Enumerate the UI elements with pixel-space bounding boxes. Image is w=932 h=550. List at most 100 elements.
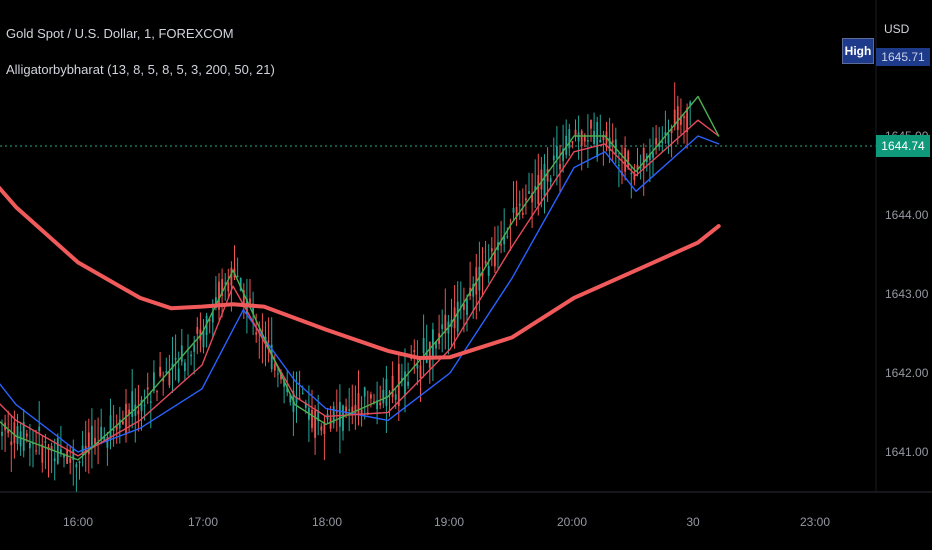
candle-body	[131, 391, 134, 417]
price-tick-label: 1642.00	[885, 366, 929, 380]
time-tick-label: 17:00	[188, 515, 218, 529]
candle-body	[13, 422, 16, 444]
candle-body	[184, 362, 186, 372]
candle-body	[10, 441, 13, 446]
candle-body	[413, 349, 416, 353]
candle-body	[571, 141, 574, 144]
candle-body	[109, 415, 112, 439]
candle-body	[525, 198, 527, 201]
candle-body	[394, 394, 397, 400]
candle-body	[230, 267, 233, 286]
candle-body	[652, 152, 654, 158]
symbol-title[interactable]: Gold Spot / U.S. Dollar, 1, FOREXCOM	[6, 26, 234, 41]
candle-body	[29, 442, 31, 449]
time-tick-label: 16:00	[63, 515, 93, 529]
candle-body	[193, 344, 196, 352]
candle-body	[91, 425, 93, 446]
candle-body	[577, 132, 580, 142]
candle-body	[416, 364, 419, 369]
candle-body	[196, 327, 199, 334]
price-axis-labels: 1645.001644.001643.001642.001641.00	[885, 129, 929, 459]
candle-body	[78, 461, 81, 464]
time-tick-label: 18:00	[312, 515, 342, 529]
currency-label[interactable]: USD	[884, 22, 909, 36]
candle-body	[255, 332, 258, 335]
candlestick-bars	[1, 82, 692, 492]
candle-body	[580, 130, 583, 147]
candle-body	[537, 175, 540, 205]
candle-body	[518, 203, 521, 206]
candle-body	[273, 364, 276, 371]
candle-body	[227, 283, 230, 292]
candle-body	[1, 431, 3, 436]
price-tick-label: 1643.00	[885, 287, 929, 301]
candle-body	[543, 163, 546, 196]
candle-body	[490, 248, 493, 252]
candle-body	[506, 236, 509, 238]
candle-body	[611, 140, 614, 143]
candle-body	[277, 373, 279, 375]
candle-body	[125, 403, 127, 435]
candle-body	[484, 261, 487, 264]
candle-body	[456, 301, 459, 332]
candle-body	[432, 329, 434, 356]
candle-body	[500, 244, 502, 246]
candle-body	[487, 266, 490, 276]
candle-body	[466, 298, 468, 315]
candle-body	[642, 147, 645, 169]
candle-body	[149, 401, 152, 403]
candle-body	[180, 345, 183, 362]
candle-body	[320, 426, 323, 431]
candle-body	[236, 275, 239, 278]
candle-body	[667, 133, 670, 144]
candle-body	[348, 409, 351, 411]
indicator-legend[interactable]: Alligatorbybharat (13, 8, 5, 8, 5, 3, 20…	[6, 62, 275, 77]
candle-body	[419, 365, 422, 379]
candle-body	[314, 410, 316, 438]
candle-body	[165, 371, 168, 373]
candle-body	[190, 354, 192, 357]
candle-body	[342, 405, 344, 431]
high-badge: High	[842, 38, 874, 64]
candle-body	[391, 375, 394, 398]
candle-body	[122, 421, 124, 425]
candle-body	[363, 387, 366, 397]
candle-body	[370, 394, 372, 399]
time-tick-label: 30	[686, 515, 700, 529]
candle-body	[335, 411, 338, 413]
time-tick-label: 23:00	[800, 515, 830, 529]
candle-body	[422, 338, 425, 353]
candle-body	[177, 368, 180, 382]
candle-body	[146, 387, 149, 390]
price-chart[interactable]: 1645.001644.001643.001642.001641.00 16:0…	[0, 0, 932, 550]
candle-body	[512, 207, 515, 213]
candle-body	[301, 392, 304, 394]
time-tick-label: 20:00	[557, 515, 587, 529]
candle-body	[428, 341, 431, 368]
candle-body	[143, 404, 146, 406]
candle-body	[590, 120, 592, 129]
candle-body	[56, 438, 59, 464]
candle-body	[404, 371, 406, 396]
candle-body	[388, 391, 391, 393]
candle-body	[112, 429, 115, 431]
candle-body	[385, 379, 388, 406]
candle-body	[627, 151, 630, 169]
candle-body	[618, 164, 620, 166]
price-tick-label: 1644.00	[885, 208, 929, 222]
candle-body	[407, 381, 409, 386]
candle-body	[556, 146, 558, 159]
candle-body	[339, 401, 341, 427]
candle-body	[156, 391, 158, 393]
candle-body	[587, 140, 589, 142]
candle-body	[38, 426, 41, 432]
candle-body	[593, 130, 595, 144]
candle-body	[159, 366, 161, 377]
candle-body	[379, 402, 382, 406]
candle-body	[568, 129, 571, 149]
candle-body	[574, 129, 577, 136]
candle-body	[22, 421, 25, 451]
candle-body	[137, 410, 140, 415]
candle-body	[599, 139, 602, 143]
candle-body	[540, 169, 543, 190]
